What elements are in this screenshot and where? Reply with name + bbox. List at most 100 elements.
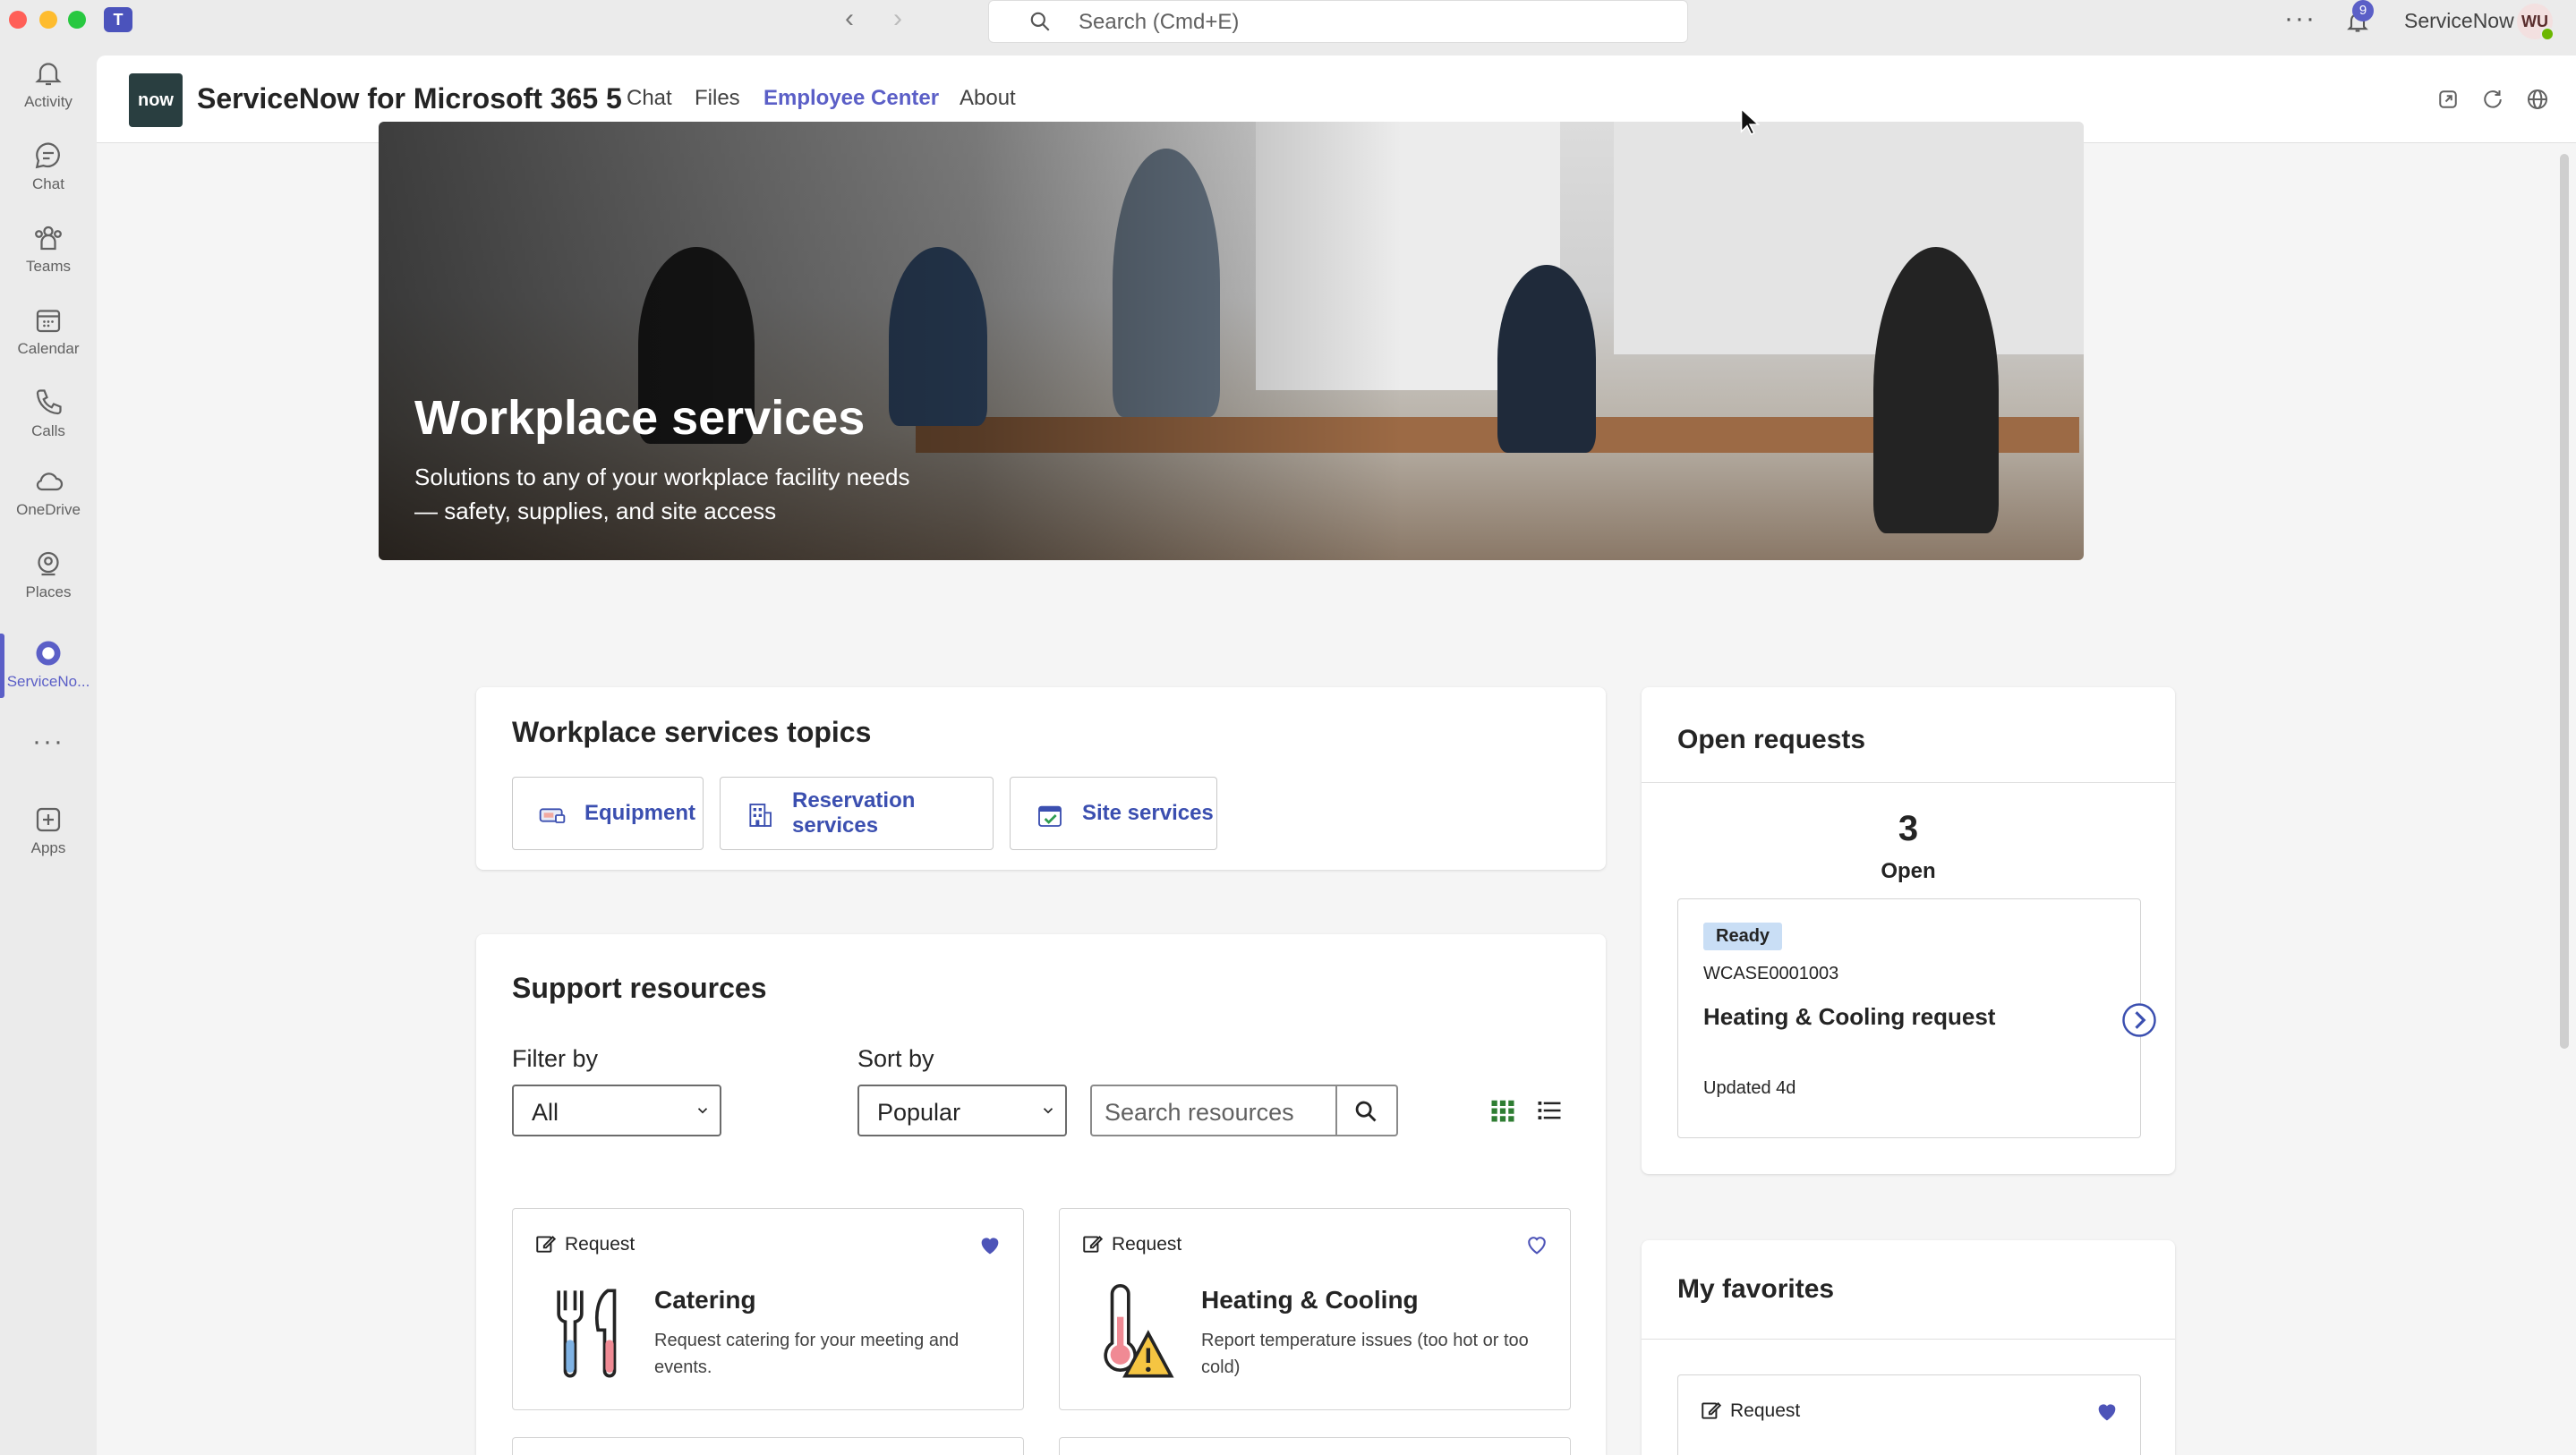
app-rail: Activity Chat Teams Calendar Calls OneDr… bbox=[0, 41, 97, 1455]
phone-icon bbox=[36, 389, 62, 415]
resource-card[interactable] bbox=[512, 1437, 1024, 1455]
open-requests-count-label: Open bbox=[1881, 859, 1936, 883]
rail-item-label: Chat bbox=[32, 175, 64, 192]
favorite-heart-outline-icon[interactable] bbox=[1523, 1232, 1550, 1257]
mouse-cursor-icon bbox=[1740, 107, 1760, 136]
chevron-down-icon bbox=[1043, 1108, 1053, 1114]
filter-selected-value: All bbox=[532, 1099, 559, 1126]
search-icon bbox=[1030, 12, 1050, 31]
request-updated: Updated 4d bbox=[1703, 1078, 1796, 1098]
search-icon bbox=[1355, 1101, 1377, 1122]
org-name[interactable]: ServiceNow bbox=[2404, 9, 2514, 33]
favorite-item-card[interactable]: Request bbox=[1677, 1374, 2141, 1455]
hero-subtitle: Solutions to any of your workplace facil… bbox=[414, 464, 910, 524]
tab-files[interactable]: Files bbox=[695, 86, 740, 111]
tab-chat[interactable]: Chat bbox=[627, 86, 672, 111]
popout-icon[interactable] bbox=[2435, 86, 2461, 113]
resource-search-button[interactable] bbox=[1337, 1085, 1398, 1136]
rail-item-activity[interactable]: Activity bbox=[0, 47, 97, 125]
close-window-button[interactable] bbox=[9, 11, 27, 29]
topic-reservation-services-button[interactable]: Reservation services bbox=[720, 777, 994, 850]
minimize-window-button[interactable] bbox=[39, 11, 57, 29]
rail-item-label: ServiceNo... bbox=[6, 673, 90, 690]
sort-selected-value: Popular bbox=[877, 1099, 961, 1126]
page-scrollbar[interactable] bbox=[2560, 154, 2569, 1049]
globe-icon[interactable] bbox=[2524, 86, 2551, 113]
rail-item-chat[interactable]: Chat bbox=[0, 129, 97, 208]
topic-label: Equipment bbox=[584, 801, 695, 825]
topics-heading: Workplace services topics bbox=[512, 716, 872, 748]
rail-item-apps[interactable]: Apps bbox=[0, 793, 97, 872]
rail-item-label: Calls bbox=[31, 422, 65, 439]
rail-item-label: OneDrive bbox=[16, 501, 81, 518]
next-request-chevron-icon[interactable] bbox=[2120, 1001, 2158, 1039]
rail-item-servicenow[interactable]: ServiceNo... bbox=[0, 626, 97, 705]
filter-select[interactable]: All bbox=[512, 1085, 721, 1136]
request-number: WCASE0001003 bbox=[1703, 964, 1839, 983]
calendar-icon bbox=[36, 310, 61, 333]
support-heading: Support resources bbox=[512, 972, 767, 1004]
user-avatar[interactable]: WU bbox=[2517, 4, 2555, 41]
edit-request-icon bbox=[1083, 1236, 1104, 1253]
hero-title: Workplace services bbox=[414, 391, 866, 445]
rail-item-calls[interactable]: Calls bbox=[0, 376, 97, 455]
request-card[interactable]: Ready WCASE0001003 Heating & Cooling req… bbox=[1677, 898, 2156, 1138]
favorite-item-type: Request bbox=[1730, 1400, 1801, 1421]
filter-label: Filter by bbox=[512, 1045, 599, 1072]
add-app-icon bbox=[36, 807, 61, 832]
chevron-down-icon bbox=[697, 1108, 708, 1114]
refresh-icon[interactable] bbox=[2479, 86, 2506, 113]
edit-request-icon bbox=[1702, 1402, 1722, 1419]
tab-employee-center[interactable]: Employee Center bbox=[763, 86, 939, 111]
teams-icon bbox=[35, 225, 62, 251]
divider bbox=[1642, 782, 2175, 783]
resource-description: Request catering for your meeting and ev… bbox=[654, 1331, 960, 1377]
grid-view-icon[interactable] bbox=[1489, 1097, 1516, 1124]
resource-type: Request bbox=[565, 1234, 635, 1255]
cutlery-icon bbox=[557, 1289, 617, 1378]
app-title: ServiceNow for Microsoft 365 5 bbox=[197, 82, 622, 115]
topic-site-services-button[interactable]: Site services bbox=[1010, 777, 1217, 850]
rail-item-onedrive[interactable]: OneDrive bbox=[0, 455, 97, 533]
thermometer-warning-icon bbox=[1104, 1284, 1174, 1378]
resource-card-heating-cooling[interactable]: Request Heating & Cooling Report tempera… bbox=[1059, 1208, 1571, 1410]
rail-item-label: Places bbox=[25, 583, 72, 600]
equipment-icon bbox=[539, 808, 566, 823]
global-search-input[interactable]: Search (Cmd+E) bbox=[988, 0, 1688, 43]
favorite-heart-filled-icon[interactable] bbox=[977, 1232, 1003, 1257]
rail-item-calendar[interactable]: Calendar bbox=[0, 294, 97, 372]
open-requests-heading: Open requests bbox=[1677, 725, 1866, 754]
back-arrow-icon[interactable]: ‹ bbox=[845, 5, 854, 32]
presence-available-icon bbox=[2540, 27, 2555, 41]
request-title: Heating & Cooling request bbox=[1703, 1003, 1996, 1030]
servicenow-icon bbox=[36, 641, 61, 666]
rail-item-places[interactable]: Places bbox=[0, 537, 97, 616]
resource-card-catering[interactable]: Request Catering Request catering for yo… bbox=[512, 1208, 1024, 1410]
topic-label: Reservation services bbox=[792, 788, 916, 838]
resource-description: Report temperature issues (too hot or to… bbox=[1201, 1331, 1529, 1377]
favorite-heart-filled-icon[interactable] bbox=[2094, 1399, 2120, 1424]
cloud-icon bbox=[36, 472, 64, 491]
rail-more-apps-icon[interactable]: ··· bbox=[0, 727, 97, 771]
tab-about[interactable]: About bbox=[960, 86, 1016, 111]
resource-title: Catering bbox=[654, 1286, 756, 1314]
edit-request-icon bbox=[536, 1236, 557, 1253]
chat-icon bbox=[35, 142, 60, 169]
zoom-window-button[interactable] bbox=[68, 11, 86, 29]
more-options-icon[interactable]: ··· bbox=[2284, 4, 2316, 34]
resource-card[interactable] bbox=[1059, 1437, 1571, 1455]
servicenow-logo: now bbox=[129, 73, 183, 127]
list-view-icon[interactable] bbox=[1536, 1097, 1563, 1124]
resource-type: Request bbox=[1112, 1234, 1182, 1255]
resource-search-placeholder: Search resources bbox=[1105, 1099, 1294, 1126]
topic-equipment-button[interactable]: Equipment bbox=[512, 777, 704, 850]
sort-select[interactable]: Popular bbox=[857, 1085, 1067, 1136]
places-icon bbox=[38, 551, 59, 576]
divider bbox=[1642, 1339, 2175, 1340]
rail-item-label: Teams bbox=[25, 258, 72, 275]
hero-banner: Workplace services Solutions to any of y… bbox=[379, 122, 2084, 560]
forward-arrow-icon[interactable]: › bbox=[893, 5, 902, 32]
rail-item-label: Apps bbox=[30, 839, 66, 856]
rail-item-teams[interactable]: Teams bbox=[0, 211, 97, 290]
resource-search-input[interactable]: Search resources bbox=[1090, 1085, 1337, 1136]
